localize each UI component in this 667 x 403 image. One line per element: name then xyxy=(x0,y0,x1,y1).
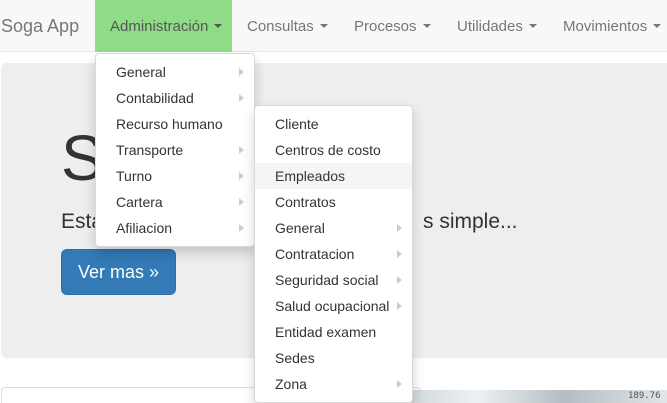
menu-item-label: Contabilidad xyxy=(116,90,194,106)
menu-item-afiliacion[interactable]: Afiliacion xyxy=(96,215,254,241)
menu-item-label: Contratos xyxy=(275,194,336,210)
submenu-item-centros-de-costo[interactable]: Centros de costo xyxy=(255,137,412,163)
chevron-right-icon xyxy=(397,224,402,232)
menu-item-label: Cliente xyxy=(275,116,319,132)
submenu-item-entidad-examen[interactable]: Entidad examen xyxy=(255,319,412,345)
chevron-right-icon xyxy=(239,224,244,232)
submenu-item-zona[interactable]: Zona xyxy=(255,371,412,397)
chevron-right-icon xyxy=(397,302,402,310)
menu-item-label: Seguridad social xyxy=(275,272,379,288)
menu-item-label: Sedes xyxy=(275,350,315,366)
nav-label: Utilidades xyxy=(457,18,523,35)
caret-down-icon xyxy=(214,24,223,29)
chevron-right-icon xyxy=(239,68,244,76)
menu-item-cartera[interactable]: Cartera xyxy=(96,189,254,215)
menu-item-label: Transporte xyxy=(116,142,184,158)
submenu-item-general[interactable]: General xyxy=(255,215,412,241)
chevron-right-icon xyxy=(397,250,402,258)
menu-item-label: Contratacion xyxy=(275,246,355,262)
chevron-right-icon xyxy=(397,276,402,284)
submenu-item-empleados[interactable]: Empleados xyxy=(255,163,412,189)
nav-label: Procesos xyxy=(354,18,417,35)
nav-label: Administración xyxy=(110,18,209,35)
menu-item-label: Salud ocupacional xyxy=(275,298,390,314)
menu-item-label: Afiliacion xyxy=(116,220,173,236)
menu-item-turno[interactable]: Turno xyxy=(96,163,254,189)
nav-movimientos[interactable]: Movimientos xyxy=(563,0,662,52)
menu-item-contabilidad[interactable]: Contabilidad xyxy=(96,85,254,111)
admin-dropdown-menu: General Contabilidad Recurso humano Tran… xyxy=(95,53,255,247)
caret-down-icon xyxy=(528,24,537,29)
ver-mas-button[interactable]: Ver mas » xyxy=(61,249,176,295)
chevron-right-icon xyxy=(397,380,402,388)
brand-logo[interactable]: Soga App xyxy=(1,16,79,37)
chevron-right-icon xyxy=(239,172,244,180)
content-image xyxy=(390,390,667,403)
image-caption: 189.76 xyxy=(628,391,661,401)
menu-item-label: General xyxy=(116,64,166,80)
submenu-item-cliente[interactable]: Cliente xyxy=(255,111,412,137)
menu-item-label: Recurso humano xyxy=(116,116,223,132)
submenu-item-sedes[interactable]: Sedes xyxy=(255,345,412,371)
menu-item-general[interactable]: General xyxy=(96,59,254,85)
submenu-item-contratacion[interactable]: Contratacion xyxy=(255,241,412,267)
caret-down-icon xyxy=(653,24,662,29)
jumbotron-lead-end: s simple... xyxy=(423,210,518,233)
menu-item-label: Cartera xyxy=(116,194,163,210)
navbar: Soga App Administración Consultas Proces… xyxy=(0,0,667,52)
nav-administracion[interactable]: Administración xyxy=(95,0,232,52)
menu-item-label: Entidad examen xyxy=(275,324,377,340)
recurso-humano-submenu: Cliente Centros de costo Empleados Contr… xyxy=(254,105,413,403)
chevron-right-icon xyxy=(239,198,244,206)
menu-item-transporte[interactable]: Transporte xyxy=(96,137,254,163)
submenu-item-salud-ocupacional[interactable]: Salud ocupacional xyxy=(255,293,412,319)
nav-utilidades[interactable]: Utilidades xyxy=(457,0,537,52)
nav-consultas[interactable]: Consultas xyxy=(247,0,328,52)
menu-item-label: Turno xyxy=(116,168,153,184)
submenu-item-seguridad-social[interactable]: Seguridad social xyxy=(255,267,412,293)
caret-down-icon xyxy=(422,24,431,29)
menu-item-label: Zona xyxy=(275,376,307,392)
menu-item-label: Empleados xyxy=(275,168,346,184)
chevron-right-icon xyxy=(239,94,244,102)
nav-procesos[interactable]: Procesos xyxy=(354,0,431,52)
caret-down-icon xyxy=(319,24,328,29)
menu-item-recurso-humano[interactable]: Recurso humano xyxy=(96,111,254,137)
nav-label: Consultas xyxy=(247,18,314,35)
chevron-right-icon xyxy=(239,146,244,154)
menu-item-label: Centros de costo xyxy=(275,142,381,158)
nav-label: Movimientos xyxy=(563,18,648,35)
menu-item-label: General xyxy=(275,220,325,236)
submenu-item-contratos[interactable]: Contratos xyxy=(255,189,412,215)
